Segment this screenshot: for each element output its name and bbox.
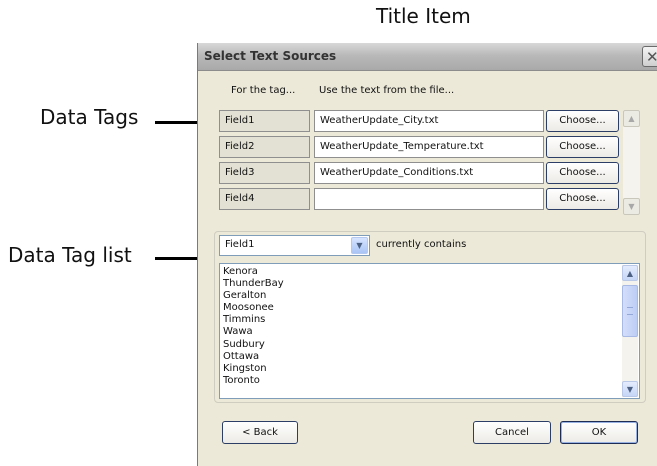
list-item: Timmins: [223, 314, 266, 326]
ok-button[interactable]: OK: [560, 421, 638, 444]
close-icon[interactable]: ✕: [642, 46, 657, 67]
tag-contents-list[interactable]: Kenora ThunderBay Geralton Moosonee Timm…: [219, 263, 640, 399]
tag-select-dropdown[interactable]: Field1 ▼: [219, 235, 370, 256]
choose-file-button[interactable]: Choose...: [546, 188, 619, 210]
scroll-up-icon[interactable]: ▲: [623, 110, 640, 127]
select-text-sources-dialog: Select Text Sources ✕ For the tag... Use…: [197, 43, 657, 466]
list-item: Kingston: [223, 362, 267, 374]
list-item: ThunderBay: [223, 278, 284, 290]
currently-contains-label: currently contains: [376, 239, 467, 250]
cancel-button[interactable]: Cancel: [473, 421, 551, 444]
tag-name-cell: Field3: [219, 162, 310, 184]
tag-select-value: Field1: [225, 239, 255, 250]
file-path-field[interactable]: WeatherUpdate_Conditions.txt: [314, 162, 544, 184]
list-item: Toronto: [223, 374, 260, 386]
list-item: Geralton: [223, 290, 267, 302]
data-tags-arrow: [155, 115, 215, 130]
contents-scrollbar[interactable]: ▲ ▼: [622, 265, 638, 397]
scroll-down-icon[interactable]: ▼: [623, 198, 640, 215]
data-tag-list-arrow: [155, 251, 215, 266]
list-item: Kenora: [223, 266, 258, 277]
tag-name-cell: Field4: [219, 188, 310, 210]
choose-file-button[interactable]: Choose...: [546, 136, 619, 158]
list-item: Wawa: [223, 326, 253, 338]
list-item: Sudbury: [223, 338, 265, 350]
file-column-header: Use the text from the file...: [319, 85, 455, 96]
tag-column-header: For the tag...: [231, 85, 296, 96]
back-button[interactable]: < Back: [222, 421, 298, 444]
tag-name-cell: Field1: [219, 110, 310, 132]
file-path-field[interactable]: [314, 188, 544, 210]
dialog-titlebar: Select Text Sources ✕: [198, 43, 657, 71]
scroll-down-icon[interactable]: ▼: [622, 381, 638, 397]
scroll-up-icon[interactable]: ▲: [622, 265, 638, 281]
tags-scrollbar[interactable]: ▲ ▼: [623, 110, 640, 215]
choose-file-button[interactable]: Choose...: [546, 162, 619, 184]
dialog-title: Select Text Sources: [204, 49, 337, 63]
tag-contents-items: Kenora ThunderBay Geralton Moosonee Timm…: [223, 266, 284, 387]
choose-file-button[interactable]: Choose...: [546, 110, 619, 132]
scroll-thumb[interactable]: [622, 285, 638, 337]
data-tag-list-annotation: Data Tag list: [8, 243, 132, 267]
data-tags-annotation: Data Tags: [40, 105, 139, 129]
file-path-field[interactable]: WeatherUpdate_City.txt: [314, 110, 544, 132]
title-item-annotation: Title Item: [376, 4, 471, 28]
tag-name-cell: Field2: [219, 136, 310, 158]
file-path-field[interactable]: WeatherUpdate_Temperature.txt: [314, 136, 544, 158]
chevron-down-icon[interactable]: ▼: [351, 237, 368, 254]
list-item: Moosonee: [223, 302, 274, 314]
list-item: Ottawa: [223, 350, 260, 362]
